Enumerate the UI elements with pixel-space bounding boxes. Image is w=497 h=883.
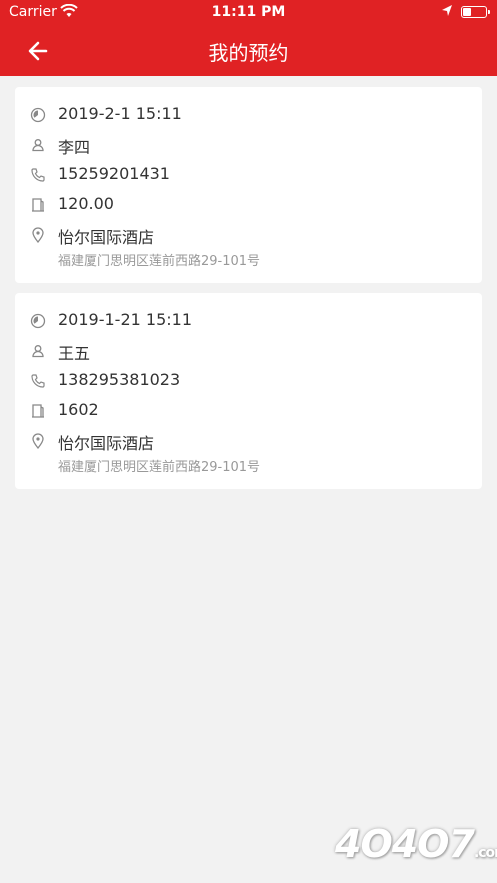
appointment-room-row: 1602 xyxy=(15,399,482,423)
appointment-time-row: 2019-1-21 15:11 xyxy=(15,309,482,333)
appointment-hotel-row: 怡尔国际酒店 xyxy=(15,223,482,247)
door-icon xyxy=(30,197,46,213)
status-time: 11:11 PM xyxy=(211,4,286,20)
page-title: 我的预约 xyxy=(208,41,289,65)
appointment-datetime: 2019-1-21 15:11 xyxy=(58,310,192,329)
appointment-card[interactable]: 2019-1-21 15:11 王五 138295381023 1602 怡尔国… xyxy=(15,293,482,489)
person-icon xyxy=(30,343,46,359)
appointment-phone-row: 15259201431 xyxy=(15,163,482,187)
appointment-room: 1602 xyxy=(58,400,99,419)
person-icon xyxy=(30,137,46,153)
phone-icon xyxy=(30,167,46,183)
appointment-name: 王五 xyxy=(58,344,91,363)
location-arrow-icon xyxy=(441,4,453,22)
appointment-phone[interactable]: 15259201431 xyxy=(58,164,170,183)
appointment-hotel: 怡尔国际酒店 xyxy=(58,228,155,247)
location-pin-icon xyxy=(30,227,46,244)
clock-icon xyxy=(30,107,46,123)
appointment-room-row: 120.00 xyxy=(15,193,482,217)
appointment-phone-row: 138295381023 xyxy=(15,369,482,393)
door-icon xyxy=(30,403,46,419)
appointment-card[interactable]: 2019-2-1 15:11 李四 15259201431 120.00 怡尔国… xyxy=(15,87,482,283)
appointment-datetime: 2019-2-1 15:11 xyxy=(58,104,182,123)
site-watermark-logo: 4O4O7.com xyxy=(335,822,497,866)
appointment-name: 李四 xyxy=(58,138,91,157)
appointment-room: 120.00 xyxy=(58,194,114,213)
status-bar: Carrier 11:11 PM xyxy=(0,0,497,26)
appointment-address: 福建厦门思明区莲前西路29-101号 xyxy=(58,254,261,269)
clock-icon xyxy=(30,313,46,329)
appointment-name-row: 李四 xyxy=(15,133,482,157)
appointment-hotel: 怡尔国际酒店 xyxy=(58,434,155,453)
battery-icon xyxy=(461,6,490,18)
appointment-phone[interactable]: 138295381023 xyxy=(58,370,180,389)
appointment-address: 福建厦门思明区莲前西路29-101号 xyxy=(58,460,261,475)
header-bar: Carrier 11:11 PM 我的预约 xyxy=(0,0,497,76)
location-pin-icon xyxy=(30,433,46,450)
appointment-hotel-row: 怡尔国际酒店 xyxy=(15,429,482,453)
appointment-time-row: 2019-2-1 15:11 xyxy=(15,103,482,127)
phone-icon xyxy=(30,373,46,389)
appointment-name-row: 王五 xyxy=(15,339,482,363)
nav-bar: 我的预约 xyxy=(0,28,497,74)
